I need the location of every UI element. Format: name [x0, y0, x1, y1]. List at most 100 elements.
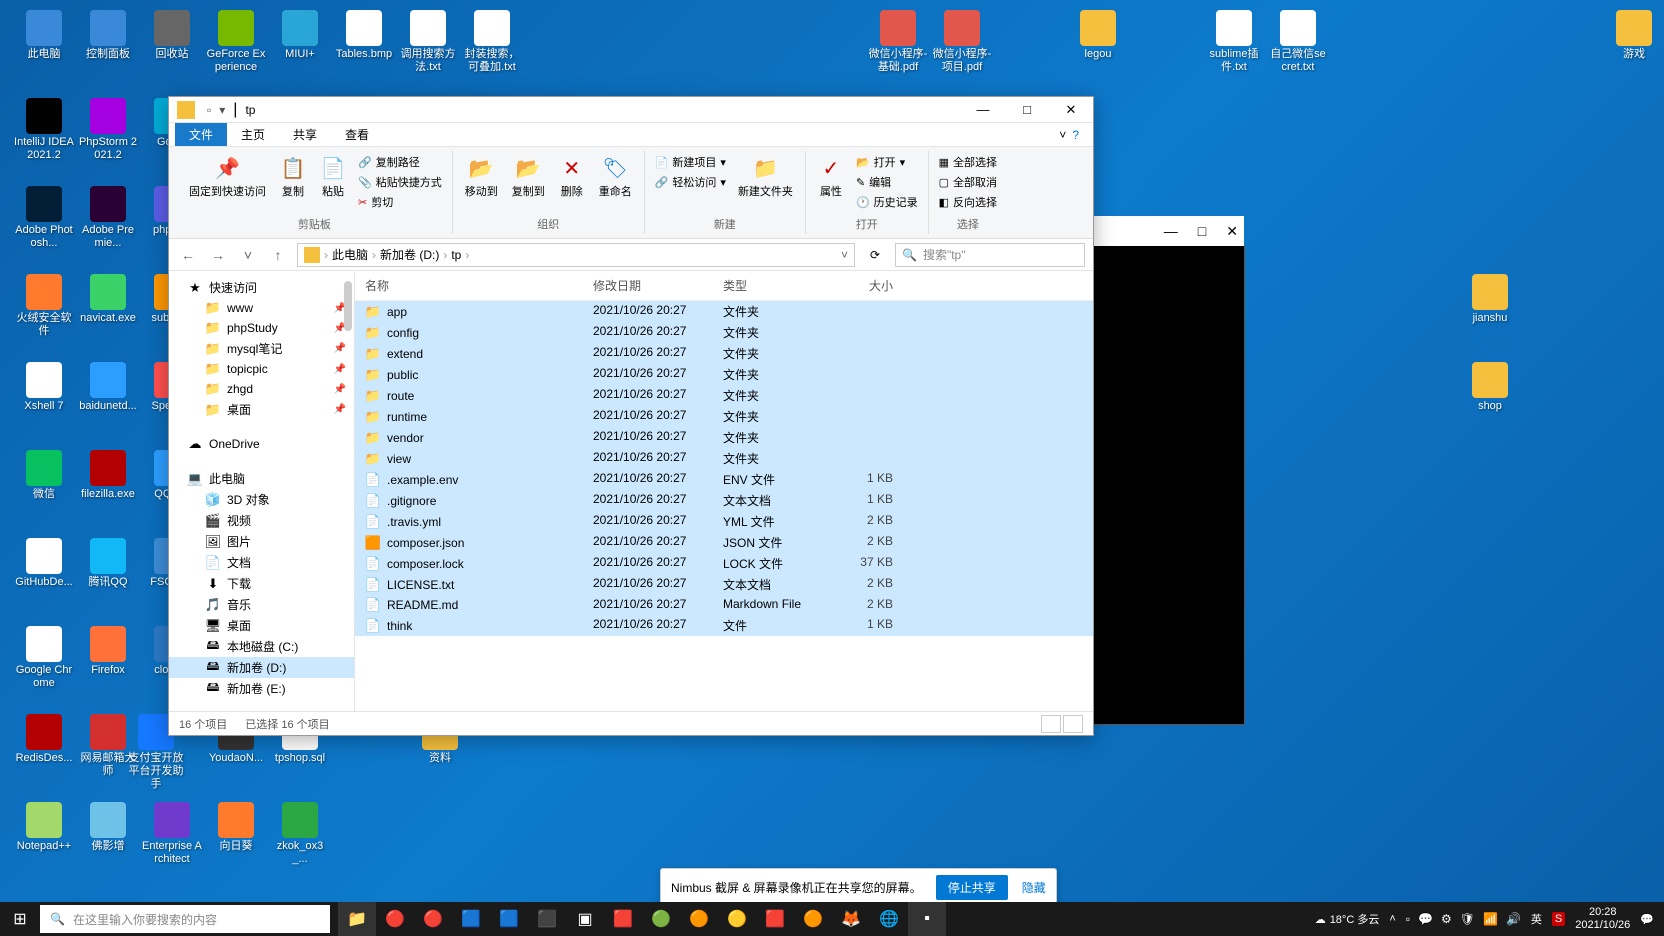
- breadcrumb[interactable]: › 此电脑› 新加卷 (D:)› tp› ˅: [297, 243, 855, 267]
- hide-button[interactable]: 隐藏: [1022, 879, 1046, 896]
- taskbar-search[interactable]: 🔍 在这里输入你要搜索的内容: [40, 905, 330, 933]
- tb-app-icon[interactable]: 🟠: [794, 902, 832, 936]
- view-icons-button[interactable]: [1063, 715, 1083, 733]
- col-type[interactable]: 类型: [713, 275, 833, 296]
- file-row[interactable]: 📄composer.lock2021/10/26 20:27LOCK 文件37 …: [355, 553, 1093, 574]
- tree-node[interactable]: 🖼图片: [169, 531, 354, 552]
- maximize-icon[interactable]: □: [1198, 223, 1206, 239]
- tab-view[interactable]: 查看: [331, 123, 383, 146]
- desktop-icon[interactable]: 火绒安全软件: [14, 274, 74, 338]
- tray-expand-icon[interactable]: ˄: [1389, 913, 1395, 925]
- tree-node[interactable]: 🖴新加卷 (D:): [169, 657, 354, 678]
- refresh-button[interactable]: ⟳: [863, 248, 887, 262]
- desktop-icon[interactable]: 回收站: [142, 10, 202, 61]
- cut-button[interactable]: ✂剪切: [356, 193, 444, 211]
- file-row[interactable]: 📁extend2021/10/26 20:27文件夹: [355, 343, 1093, 364]
- breadcrumb-dropdown-icon[interactable]: ˅: [841, 248, 848, 262]
- desktop-icon[interactable]: Notepad++: [14, 802, 74, 853]
- tree-node[interactable]: 📁zhgd📌: [169, 379, 354, 399]
- invert-button[interactable]: ◧反向选择: [937, 193, 999, 211]
- file-row[interactable]: 📄think2021/10/26 20:27文件1 KB: [355, 615, 1093, 636]
- tab-file[interactable]: 文件: [175, 123, 227, 146]
- tree-node[interactable]: 🖥桌面: [169, 615, 354, 636]
- view-details-button[interactable]: [1041, 715, 1061, 733]
- tb-app-icon[interactable]: ⬛: [528, 902, 566, 936]
- easyaccess-button[interactable]: 🔗轻松访问 ▾: [653, 173, 728, 191]
- file-row[interactable]: 📁route2021/10/26 20:27文件夹: [355, 385, 1093, 406]
- file-row[interactable]: 📁runtime2021/10/26 20:27文件夹: [355, 406, 1093, 427]
- desktop-icon[interactable]: IntelliJ IDEA 2021.2: [14, 98, 74, 162]
- desktop-icon[interactable]: legou: [1068, 10, 1128, 61]
- file-row[interactable]: 📁public2021/10/26 20:27文件夹: [355, 364, 1093, 385]
- desktop-icon[interactable]: Firefox: [78, 626, 138, 677]
- desktop-icon[interactable]: Adobe Premie...: [78, 186, 138, 250]
- explorer-titlebar[interactable]: ▫ ▾ | tp — □ ✕: [169, 97, 1093, 123]
- tree-node[interactable]: 🎵音乐: [169, 594, 354, 615]
- tb-app-icon[interactable]: 🟢: [642, 902, 680, 936]
- tree-node[interactable]: 🖴本地磁盘 (C:): [169, 636, 354, 657]
- desktop-icon[interactable]: 微信小程序-基础.pdf: [868, 10, 928, 74]
- close-button[interactable]: ✕: [1049, 97, 1093, 123]
- tb-explorer-icon[interactable]: 📁: [338, 902, 376, 936]
- desktop-icon[interactable]: baidunetd...: [78, 362, 138, 413]
- newfolder-button[interactable]: 📁新建文件夹: [734, 153, 797, 201]
- tray-icon[interactable]: 💬: [1418, 912, 1433, 926]
- tree-node[interactable]: ★快速访问: [169, 277, 354, 298]
- tray-icon[interactable]: ▫: [1406, 912, 1410, 926]
- desktop-icon[interactable]: Xshell 7: [14, 362, 74, 413]
- nav-back-button[interactable]: ←: [177, 244, 199, 266]
- tb-terminal-icon[interactable]: ▣: [566, 902, 604, 936]
- tray-network-icon[interactable]: 📶: [1483, 912, 1498, 926]
- minimize-button[interactable]: —: [961, 97, 1005, 123]
- tray-volume-icon[interactable]: 🔊: [1506, 912, 1521, 926]
- desktop-icon[interactable]: Tables.bmp: [334, 10, 394, 61]
- minimize-icon[interactable]: —: [1164, 223, 1178, 239]
- tb-firefox-icon[interactable]: 🦊: [832, 902, 870, 936]
- pin-button[interactable]: 📌固定到快速访问: [185, 153, 270, 201]
- tb-app-icon[interactable]: 🟥: [604, 902, 642, 936]
- desktop-icon[interactable]: 控制面板: [78, 10, 138, 61]
- col-name[interactable]: 名称: [355, 275, 583, 296]
- file-row[interactable]: 📁config2021/10/26 20:27文件夹: [355, 322, 1093, 343]
- ribbon-collapse-icon[interactable]: ˅: [1059, 128, 1066, 142]
- desktop-icon[interactable]: PhpStorm 2021.2: [78, 98, 138, 162]
- file-row[interactable]: 📄.travis.yml2021/10/26 20:27YML 文件2 KB: [355, 511, 1093, 532]
- file-row[interactable]: 🟧composer.json2021/10/26 20:27JSON 文件2 K…: [355, 532, 1093, 553]
- desktop-icon[interactable]: 游戏: [1604, 10, 1664, 61]
- clock[interactable]: 20:28 2021/10/26: [1575, 906, 1630, 932]
- file-row[interactable]: 📄LICENSE.txt2021/10/26 20:27文本文档2 KB: [355, 574, 1093, 595]
- delete-button[interactable]: ✕删除: [555, 153, 589, 201]
- properties-button[interactable]: ✓属性: [814, 153, 848, 201]
- qat-save-icon[interactable]: ▫: [207, 103, 211, 117]
- tree-node[interactable]: ⬇下载: [169, 573, 354, 594]
- desktop-icon[interactable]: 向日葵: [206, 802, 266, 853]
- copypath-button[interactable]: 🔗复制路径: [356, 153, 444, 171]
- desktop-icon[interactable]: 微信小程序-项目.pdf: [932, 10, 992, 74]
- desktop-icon[interactable]: 自己微信secret.txt: [1268, 10, 1328, 74]
- stop-share-button[interactable]: 停止共享: [936, 875, 1008, 900]
- start-button[interactable]: ⊞: [0, 902, 40, 936]
- tree-node[interactable]: 📄文档: [169, 552, 354, 573]
- edit-button[interactable]: ✎编辑: [854, 173, 920, 191]
- nav-forward-button[interactable]: →: [207, 244, 229, 266]
- tree-node[interactable]: 📁桌面📌: [169, 399, 354, 420]
- help-icon[interactable]: ?: [1072, 128, 1079, 142]
- tab-home[interactable]: 主页: [227, 123, 279, 146]
- tab-share[interactable]: 共享: [279, 123, 331, 146]
- tb-chrome-icon[interactable]: 🌐: [870, 902, 908, 936]
- explorer-list[interactable]: 名称 修改日期 类型 大小 📁app2021/10/26 20:27文件夹📁co…: [355, 271, 1093, 711]
- copy-button[interactable]: 📋复制: [276, 153, 310, 201]
- tree-node[interactable]: 💻此电脑: [169, 468, 354, 489]
- desktop-icon[interactable]: GeForce Experience: [206, 10, 266, 74]
- tb-app-icon[interactable]: 🔴: [376, 902, 414, 936]
- desktop-icon[interactable]: MIUI+: [270, 10, 330, 61]
- desktop-icon[interactable]: 调用搜索方法.txt: [398, 10, 458, 74]
- file-row[interactable]: 📄README.md2021/10/26 20:27Markdown File2…: [355, 595, 1093, 615]
- desktop-icon[interactable]: 佛影增: [78, 802, 138, 853]
- nav-dropdown-icon[interactable]: ˅: [237, 244, 259, 266]
- open-button[interactable]: 📂打开 ▾: [854, 153, 920, 171]
- col-date[interactable]: 修改日期: [583, 275, 713, 296]
- tray-icon[interactable]: ⚙: [1441, 912, 1452, 926]
- desktop-icon[interactable]: filezilla.exe: [78, 450, 138, 501]
- desktop-icon[interactable]: jianshu: [1460, 274, 1520, 325]
